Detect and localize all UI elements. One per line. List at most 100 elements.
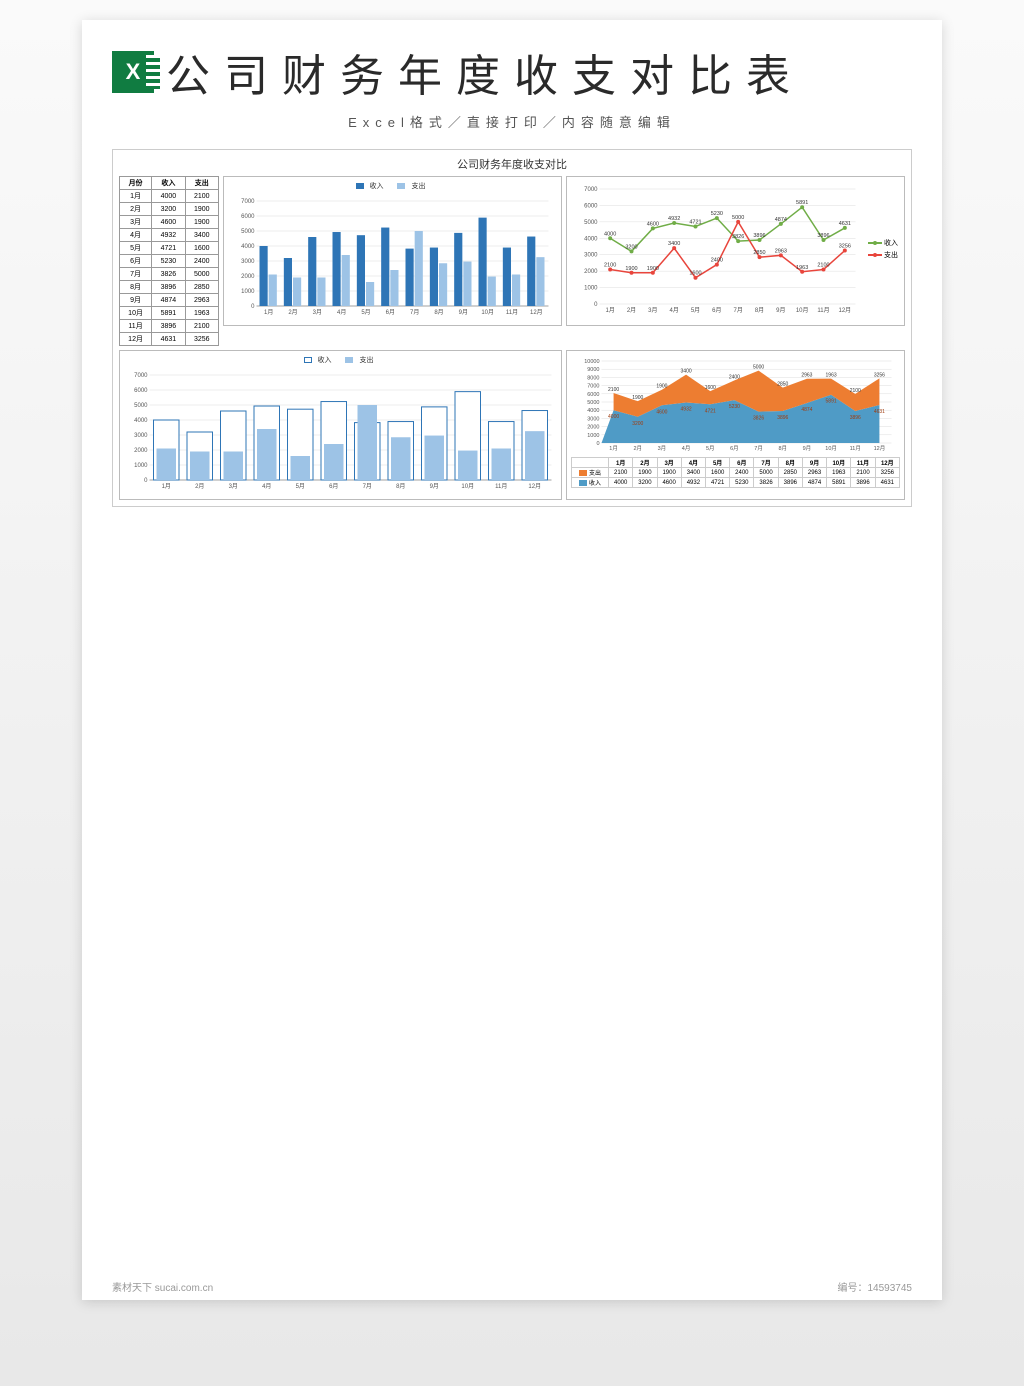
footer-source: 素材天下 sucai.com.cn bbox=[112, 1279, 213, 1294]
svg-text:4月: 4月 bbox=[669, 307, 678, 314]
svg-text:4000: 4000 bbox=[604, 231, 616, 237]
svg-text:2100: 2100 bbox=[604, 263, 616, 269]
svg-text:2850: 2850 bbox=[753, 250, 765, 256]
excel-preview: 公司财务年度收支对比 月份收入支出1月400021002月320019003月4… bbox=[112, 149, 912, 507]
svg-text:2850: 2850 bbox=[777, 382, 788, 388]
svg-text:2月: 2月 bbox=[195, 483, 204, 490]
svg-text:4631: 4631 bbox=[874, 409, 885, 415]
svg-text:7000: 7000 bbox=[584, 187, 598, 193]
svg-text:4600: 4600 bbox=[647, 221, 659, 227]
legend-expense: 支出 bbox=[884, 252, 898, 259]
svg-text:8月: 8月 bbox=[755, 307, 764, 314]
svg-text:1900: 1900 bbox=[632, 395, 643, 401]
svg-text:6月: 6月 bbox=[730, 445, 739, 452]
page-subtitle: Excel格式／直接打印／内容随意编辑 bbox=[112, 112, 912, 131]
svg-text:11月: 11月 bbox=[495, 483, 507, 490]
svg-text:7月: 7月 bbox=[363, 483, 372, 490]
svg-text:5000: 5000 bbox=[753, 365, 764, 371]
svg-text:3400: 3400 bbox=[681, 369, 692, 375]
svg-text:7月: 7月 bbox=[410, 309, 419, 316]
svg-text:3月: 3月 bbox=[658, 445, 667, 452]
svg-text:10月: 10月 bbox=[481, 309, 494, 316]
svg-text:0: 0 bbox=[251, 304, 255, 310]
legend-income: 收入 bbox=[370, 183, 384, 190]
svg-text:9月: 9月 bbox=[459, 309, 468, 316]
svg-text:4000: 4000 bbox=[134, 418, 148, 424]
svg-text:1月: 1月 bbox=[264, 309, 273, 316]
svg-text:3月: 3月 bbox=[648, 307, 657, 314]
svg-text:4月: 4月 bbox=[682, 445, 691, 452]
svg-text:5891: 5891 bbox=[826, 399, 837, 405]
svg-text:3400: 3400 bbox=[668, 241, 680, 247]
svg-text:3256: 3256 bbox=[874, 372, 885, 378]
svg-text:1963: 1963 bbox=[826, 373, 837, 379]
svg-text:1963: 1963 bbox=[796, 265, 808, 271]
legend-expense: 支出 bbox=[359, 357, 373, 364]
svg-text:3月: 3月 bbox=[313, 309, 322, 316]
svg-text:2月: 2月 bbox=[627, 307, 636, 314]
svg-text:4000: 4000 bbox=[608, 414, 619, 420]
svg-text:2963: 2963 bbox=[775, 248, 787, 254]
svg-text:10000: 10000 bbox=[584, 359, 599, 365]
svg-text:0: 0 bbox=[594, 302, 598, 308]
svg-text:8月: 8月 bbox=[434, 309, 443, 316]
chart-legend: 收入 支出 bbox=[124, 355, 557, 365]
svg-text:5月: 5月 bbox=[296, 483, 305, 490]
svg-text:4932: 4932 bbox=[681, 407, 692, 413]
svg-text:1000: 1000 bbox=[587, 433, 599, 439]
svg-text:12月: 12月 bbox=[528, 483, 541, 490]
svg-text:7月: 7月 bbox=[733, 307, 742, 314]
page-title: 公司财务年度收支对比表 bbox=[166, 40, 804, 104]
svg-text:12月: 12月 bbox=[874, 445, 886, 452]
svg-text:0: 0 bbox=[596, 441, 599, 447]
svg-text:2100: 2100 bbox=[850, 388, 861, 394]
svg-text:4000: 4000 bbox=[241, 244, 255, 250]
svg-text:3256: 3256 bbox=[839, 244, 851, 250]
svg-text:11月: 11月 bbox=[850, 445, 861, 452]
area-chart: 0100020003000400050006000700080009000100… bbox=[566, 350, 905, 500]
svg-text:2400: 2400 bbox=[711, 258, 723, 264]
svg-text:2月: 2月 bbox=[633, 445, 642, 452]
chart-legend: 收入 支出 bbox=[228, 181, 557, 191]
svg-text:9月: 9月 bbox=[776, 307, 785, 314]
svg-text:7000: 7000 bbox=[241, 199, 255, 205]
svg-text:3896: 3896 bbox=[817, 233, 829, 239]
svg-text:5月: 5月 bbox=[706, 445, 715, 452]
header: 公司财务年度收支对比表 bbox=[112, 40, 912, 104]
svg-text:4874: 4874 bbox=[801, 407, 812, 413]
svg-text:2963: 2963 bbox=[801, 373, 812, 379]
svg-text:8月: 8月 bbox=[778, 445, 787, 452]
svg-text:3000: 3000 bbox=[134, 433, 148, 439]
svg-text:4月: 4月 bbox=[262, 483, 271, 490]
svg-text:2月: 2月 bbox=[288, 309, 297, 316]
svg-text:11月: 11月 bbox=[817, 307, 829, 314]
svg-text:11月: 11月 bbox=[506, 309, 518, 316]
svg-text:1000: 1000 bbox=[134, 463, 148, 469]
svg-text:9月: 9月 bbox=[803, 445, 812, 452]
svg-text:10月: 10月 bbox=[825, 445, 837, 452]
svg-text:10月: 10月 bbox=[461, 483, 474, 490]
svg-text:5000: 5000 bbox=[241, 229, 255, 235]
svg-text:4721: 4721 bbox=[705, 408, 716, 414]
line-legend: 收入 支出 bbox=[868, 236, 898, 262]
svg-text:1600: 1600 bbox=[689, 271, 701, 277]
svg-text:5891: 5891 bbox=[796, 200, 808, 206]
svg-text:3000: 3000 bbox=[587, 416, 599, 422]
svg-text:2000: 2000 bbox=[134, 448, 148, 454]
svg-text:4721: 4721 bbox=[689, 219, 701, 225]
svg-text:3896: 3896 bbox=[753, 233, 765, 239]
svg-text:12月: 12月 bbox=[530, 309, 543, 316]
svg-text:1600: 1600 bbox=[705, 385, 716, 391]
svg-text:4631: 4631 bbox=[839, 221, 851, 227]
svg-text:6月: 6月 bbox=[712, 307, 721, 314]
line-chart: 010002000300040005000600070001月2月3月4月5月6… bbox=[566, 176, 905, 326]
svg-text:2400: 2400 bbox=[729, 374, 740, 380]
svg-text:1900: 1900 bbox=[647, 266, 659, 272]
svg-text:5000: 5000 bbox=[732, 215, 744, 221]
svg-text:1月: 1月 bbox=[162, 483, 171, 490]
svg-text:7月: 7月 bbox=[754, 445, 763, 452]
svg-text:6月: 6月 bbox=[386, 309, 395, 316]
svg-text:2000: 2000 bbox=[584, 269, 598, 275]
svg-text:9月: 9月 bbox=[430, 483, 439, 490]
svg-text:1000: 1000 bbox=[241, 289, 255, 295]
